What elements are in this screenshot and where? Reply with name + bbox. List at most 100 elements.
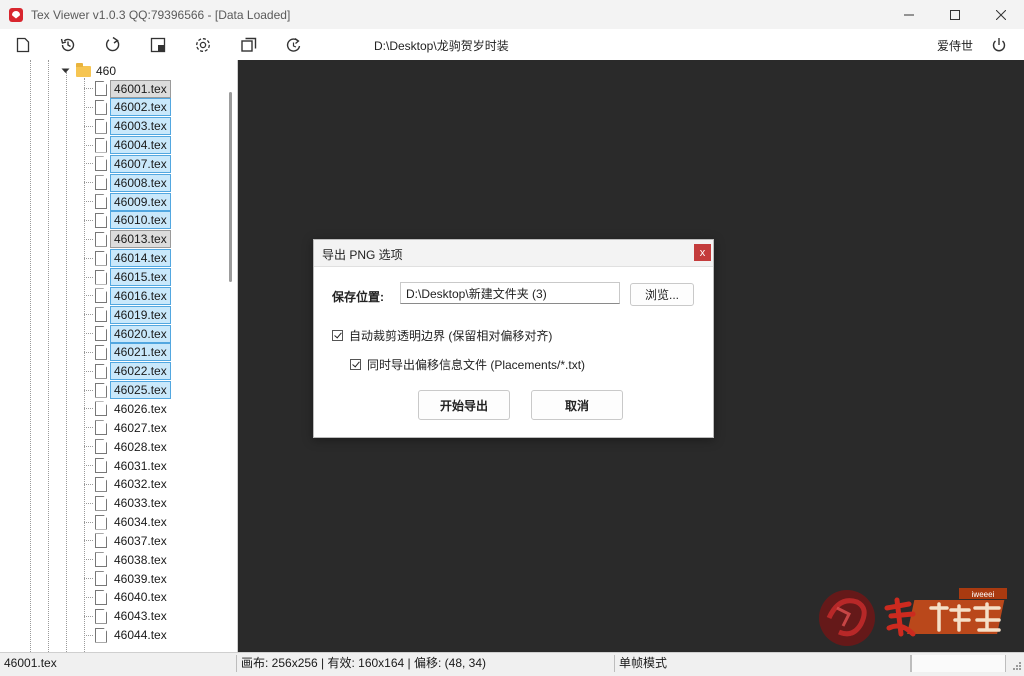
start-export-button[interactable]: 开始导出 [418, 390, 510, 420]
tree-file-item[interactable]: 46009.tex [84, 192, 171, 211]
file-icon [95, 288, 107, 304]
file-icon [95, 608, 107, 624]
power-button[interactable] [988, 34, 1010, 56]
save-location-label: 保存位置: [332, 290, 384, 304]
tree-scrollbar[interactable] [229, 92, 232, 282]
tree-branch-line [84, 88, 93, 89]
export-placements-option[interactable]: 同时导出偏移信息文件 (Placements/*.txt) [350, 356, 585, 373]
file-icon [95, 382, 107, 398]
tree-file-item[interactable]: 46021.tex [84, 343, 171, 362]
user-name: 爱侍世 [937, 39, 974, 53]
tree-branch-line [84, 125, 93, 127]
auto-crop-checkbox[interactable] [332, 330, 343, 341]
file-tree[interactable]: 460 46001.tex 46002.tex 46003.tex 46004.tex… [0, 60, 238, 652]
tree-file-item[interactable]: 46022.tex [84, 362, 171, 381]
save-path-input[interactable] [400, 282, 620, 304]
browse-button[interactable]: 浏览... [630, 283, 694, 306]
auto-crop-option[interactable]: 自动裁剪透明边界 (保留相对偏移对齐) [332, 327, 552, 344]
minimize-button[interactable] [886, 0, 932, 29]
tree-file-item[interactable]: 46032.tex [84, 475, 171, 494]
tree-file-item[interactable]: 46015.tex [84, 268, 171, 287]
tree-file-item[interactable]: 46033.tex [84, 494, 171, 513]
file-label: 46014.tex [110, 249, 171, 268]
close-window-button[interactable] [978, 0, 1024, 29]
file-icon [95, 212, 107, 228]
tree-file-item[interactable]: 46016.tex [84, 286, 171, 305]
file-label: 46020.tex [110, 324, 171, 343]
file-label: 46021.tex [110, 343, 171, 362]
file-label: 46013.tex [110, 230, 171, 249]
tree-branch-line [84, 634, 93, 636]
tree-branch-line [84, 427, 93, 429]
tree-branch-line [84, 182, 93, 184]
title-bar: Tex Viewer v1.0.3 QQ:79396566 - [Data Lo… [0, 0, 1024, 29]
file-label: 46010.tex [110, 211, 171, 230]
history-button[interactable] [57, 34, 79, 56]
file-icon [95, 401, 107, 417]
tree-branch-line [84, 333, 93, 335]
tree-folder-460[interactable]: 460 [60, 62, 116, 80]
tree-file-item[interactable]: 46004.tex [84, 136, 171, 155]
file-label: 46003.tex [110, 117, 171, 136]
tree-branch-line [84, 238, 93, 240]
settings-button[interactable] [192, 34, 214, 56]
tree-file-item[interactable]: 46014.tex [84, 249, 171, 268]
new-file-button[interactable] [12, 34, 34, 56]
tree-file-item[interactable]: 46025.tex [84, 381, 171, 400]
tree-file-item[interactable]: 46001.tex [84, 79, 171, 98]
dialog-close-button[interactable]: x [694, 244, 711, 261]
tree-file-item[interactable]: 46002.tex [84, 98, 171, 117]
tree-file-item[interactable]: 46028.tex [84, 437, 171, 456]
app-logo-icon [9, 7, 23, 22]
crop-icon [150, 37, 166, 53]
copy-button[interactable] [238, 34, 260, 56]
tree-file-item[interactable]: 46027.tex [84, 418, 171, 437]
tree-file-item[interactable]: 46040.tex [84, 588, 171, 607]
tree-file-item[interactable]: 46038.tex [84, 550, 171, 569]
tree-file-item[interactable]: 46037.tex [84, 531, 171, 550]
tree-file-item[interactable]: 46020.tex [84, 324, 171, 343]
svg-text:iweeei: iweeei [972, 590, 995, 599]
export-png-dialog: 导出 PNG 选项 x 保存位置: 浏览... 自动裁剪透明边界 (保留相对偏移… [313, 239, 714, 438]
refresh-button[interactable] [102, 34, 124, 56]
reload-clock-button[interactable] [283, 34, 305, 56]
file-icon [95, 552, 107, 568]
file-icon [95, 118, 107, 134]
tree-file-item[interactable]: 46044.tex [84, 626, 171, 645]
resize-grip-icon[interactable] [1010, 661, 1022, 673]
file-label: 46031.tex [114, 458, 167, 473]
file-icon [95, 533, 107, 549]
maximize-button[interactable] [932, 0, 978, 29]
status-extra [911, 655, 1006, 672]
tree-branch-line [84, 483, 93, 485]
file-label: 46002.tex [110, 98, 171, 117]
tree-file-item[interactable]: 46026.tex [84, 399, 171, 418]
tree-file-item[interactable]: 46003.tex [84, 117, 171, 136]
file-label: 46043.tex [114, 609, 167, 624]
file-label: 46027.tex [114, 420, 167, 435]
tree-branch-line [84, 219, 93, 221]
tree-file-item[interactable]: 46039.tex [84, 569, 171, 588]
file-label: 46034.tex [114, 515, 167, 530]
collapse-chevron-icon[interactable] [60, 66, 70, 76]
crop-button[interactable] [147, 34, 169, 56]
file-icon [95, 307, 107, 323]
tree-file-item[interactable]: 46043.tex [84, 607, 171, 626]
folder-icon [76, 62, 91, 77]
tree-file-item[interactable]: 46019.tex [84, 305, 171, 324]
export-placements-checkbox[interactable] [350, 359, 361, 370]
tree-branch-line [84, 502, 93, 504]
file-label: 46040.tex [114, 590, 167, 605]
file-icon [95, 476, 107, 492]
tree-file-item[interactable]: 46031.tex [84, 456, 171, 475]
file-icon [95, 344, 107, 360]
cancel-button[interactable]: 取消 [531, 390, 623, 420]
tree-file-item[interactable]: 46034.tex [84, 513, 171, 532]
file-label: 46028.tex [114, 439, 167, 454]
tree-file-item[interactable]: 46007.tex [84, 154, 171, 173]
tree-file-item[interactable]: 46010.tex [84, 211, 171, 230]
tree-file-item[interactable]: 46013.tex [84, 230, 171, 249]
file-icon [95, 269, 107, 285]
file-label: 46026.tex [114, 401, 167, 416]
tree-file-item[interactable]: 46008.tex [84, 173, 171, 192]
